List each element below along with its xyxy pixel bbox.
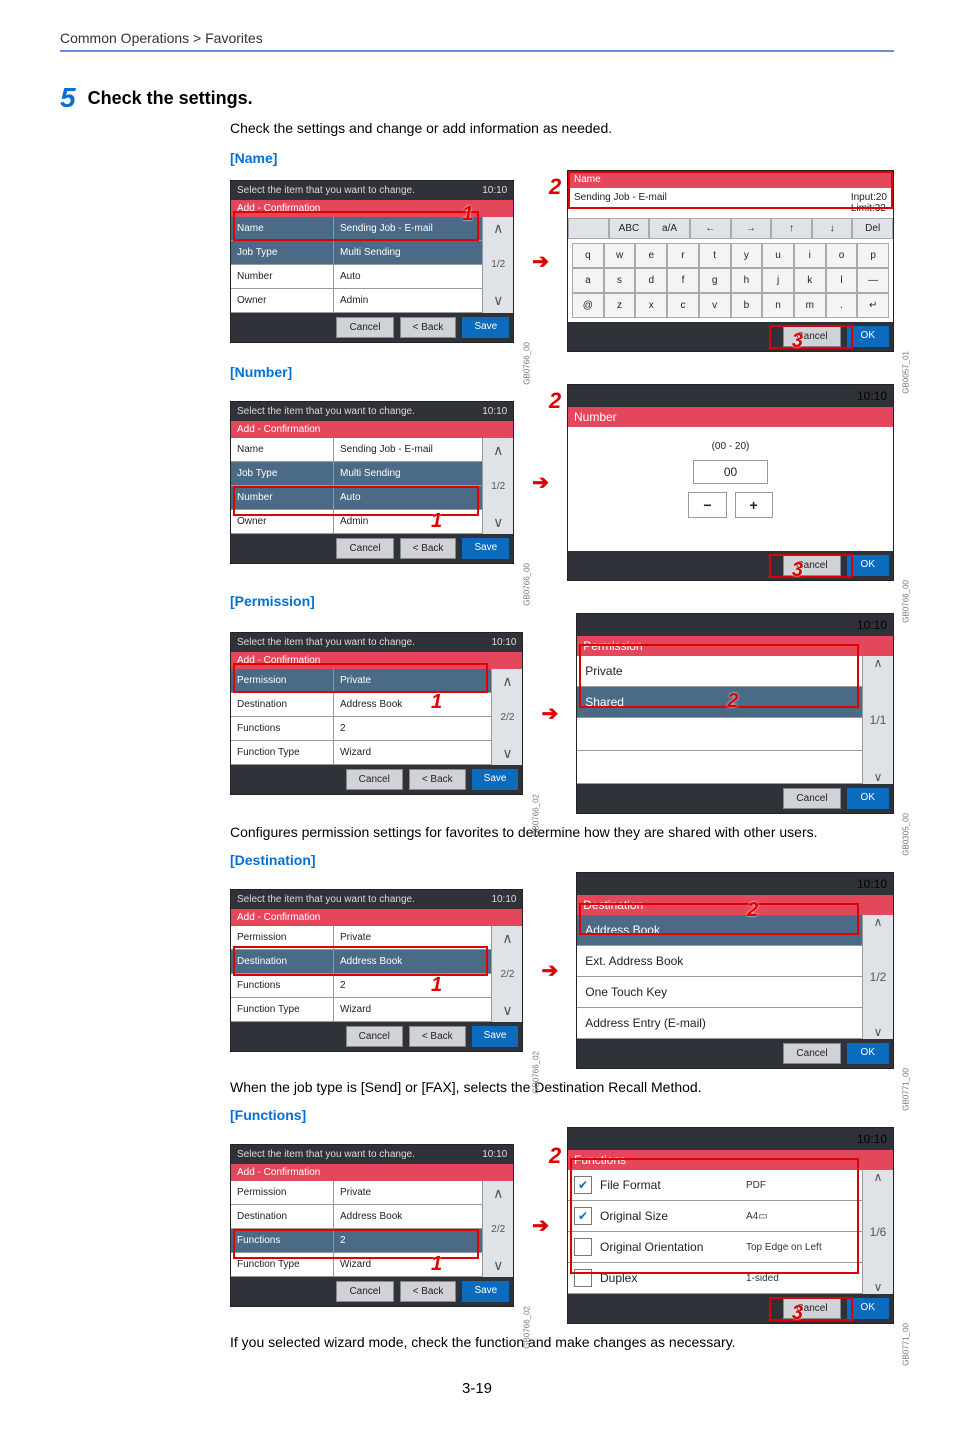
number-entry-panel: 10:10 Number (00 - 20) 00 −+ CancelOK 3 … <box>567 384 894 581</box>
row-number[interactable]: NumberAuto <box>231 486 482 510</box>
section-name: [Name] <box>230 150 894 166</box>
destination-right-panel: 10:10 Destination Address Book Ext. Addr… <box>576 872 894 1069</box>
image-tag: GB0766_00 <box>522 342 531 385</box>
section-destination: [Destination] <box>230 852 894 868</box>
plus-button[interactable]: + <box>735 492 773 518</box>
checkbox-icon <box>574 1238 592 1256</box>
scroll-up[interactable]: ∧ <box>483 217 513 241</box>
callout-1: 1 <box>431 1253 442 1276</box>
page-indicator: 1/2 <box>491 259 505 270</box>
breadcrumb: Common Operations > Favorites <box>60 30 894 46</box>
callout-2: 2 <box>747 899 758 922</box>
image-tag: GB0057_01 <box>902 351 911 394</box>
callout-3: 3 <box>792 559 803 582</box>
row-name[interactable]: NameSending Job - E-mail <box>231 217 482 241</box>
functions-left-panel: Select the item that you want to change.… <box>230 1144 514 1307</box>
checkbox-icon: ✔ <box>574 1176 592 1194</box>
perm-private[interactable]: Private <box>577 656 862 687</box>
number-value[interactable]: 00 <box>693 460 768 484</box>
callout-1: 1 <box>462 203 473 226</box>
step-description: Check the settings and change or add inf… <box>230 120 894 136</box>
cancel-button[interactable]: Cancel <box>336 317 393 338</box>
destination-left-panel: Select the item that you want to change.… <box>230 889 523 1052</box>
checkbox-icon: ✔ <box>574 1207 592 1225</box>
perm-shared[interactable]: Shared <box>577 687 862 718</box>
callout-1: 1 <box>431 510 442 533</box>
permission-left-panel: Select the item that you want to change.… <box>230 632 523 795</box>
functions-right-panel: 10:10 Functions ✔File FormatPDF ✔Origina… <box>567 1127 894 1324</box>
back-button[interactable]: < Back <box>400 317 457 338</box>
panel-subheader: Name <box>568 171 893 188</box>
row-jobtype[interactable]: Job TypeMulti Sending <box>231 241 482 265</box>
arrow-icon: ➔ <box>532 470 549 495</box>
callout-1: 1 <box>431 974 442 997</box>
row-owner[interactable]: OwnerAdmin <box>231 510 482 534</box>
section-permission: [Permission] <box>230 593 894 609</box>
row-jobtype[interactable]: Job TypeMulti Sending <box>231 462 482 486</box>
minus-button[interactable]: − <box>688 492 726 518</box>
section-functions: [Functions] <box>230 1107 894 1123</box>
arrow-icon: ➔ <box>532 249 549 274</box>
functions-desc: If you selected wizard mode, check the f… <box>230 1334 894 1350</box>
page-number: 3-19 <box>60 1380 894 1397</box>
name-left-panel: Select the item that you want to change.… <box>230 180 514 343</box>
ok-button[interactable]: OK <box>847 326 889 347</box>
checkbox-icon <box>574 1269 592 1287</box>
step-title: Check the settings. <box>88 88 253 109</box>
keyboard-panel: Name Sending Job - E-mailInput:20Limit:3… <box>567 170 894 352</box>
arrow-icon: ➔ <box>532 1213 549 1238</box>
step-number: 5 <box>60 82 76 114</box>
row-number[interactable]: NumberAuto <box>231 265 482 289</box>
scroll-down[interactable]: ∨ <box>483 289 513 313</box>
number-left-panel: Select the item that you want to change.… <box>230 401 514 564</box>
callout-3: 3 <box>792 1302 803 1325</box>
callout-3: 3 <box>792 330 803 353</box>
permission-desc: Configures permission settings for favor… <box>230 824 894 840</box>
callout-2: 2 <box>549 388 561 414</box>
callout-1: 1 <box>431 691 442 714</box>
callout-2: 2 <box>727 690 738 713</box>
panel-time: 10:10 <box>482 185 507 196</box>
save-button[interactable]: Save <box>462 317 509 338</box>
divider <box>60 50 894 52</box>
panel-header: Select the item that you want to change. <box>237 185 415 196</box>
destination-desc: When the job type is [Send] or [FAX], se… <box>230 1079 894 1095</box>
row-name[interactable]: NameSending Job - E-mail <box>231 438 482 462</box>
callout-2: 2 <box>549 1143 561 1169</box>
arrow-icon: ➔ <box>541 958 558 983</box>
permission-right-panel: 10:10 Permission Private Shared ∧1/1∨ Ca… <box>576 613 894 814</box>
arrow-icon: ➔ <box>541 701 558 726</box>
callout-2: 2 <box>549 174 561 200</box>
row-owner[interactable]: OwnerAdmin <box>231 289 482 313</box>
input-value[interactable]: Sending Job - E-mail <box>574 192 667 214</box>
range-label: (00 - 20) <box>712 441 750 452</box>
section-number: [Number] <box>230 364 894 380</box>
